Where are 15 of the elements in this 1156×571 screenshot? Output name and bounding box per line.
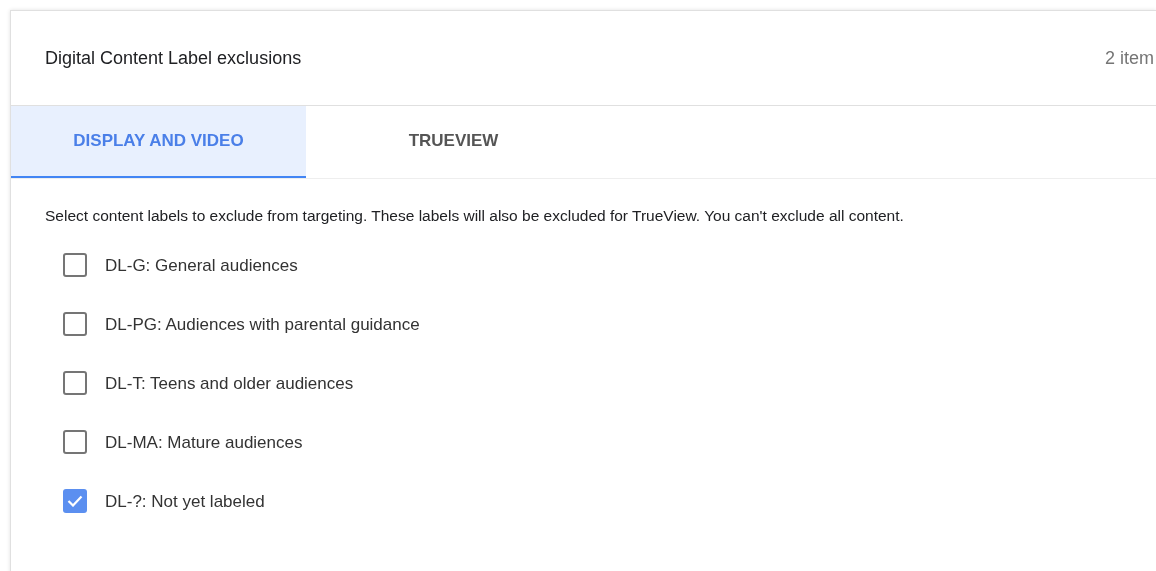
checkbox[interactable] — [63, 489, 87, 514]
item-count: 2 item — [1104, 46, 1155, 70]
checkbox[interactable] — [63, 253, 87, 278]
checkbox-label: DL-?: Not yet labeled — [105, 490, 265, 513]
checkbox-label: DL-G: General audiences — [105, 254, 298, 277]
checkbox[interactable] — [63, 371, 87, 396]
checkbox[interactable] — [63, 430, 87, 455]
checkmark-icon — [67, 495, 83, 508]
tab[interactable]: TRUEVIEW — [306, 106, 601, 178]
panel-title: Digital Content Label exclusions — [45, 46, 302, 70]
checkbox-label: DL-MA: Mature audiences — [105, 431, 303, 454]
checkbox-label: DL-T: Teens and older audiences — [105, 372, 354, 395]
checkbox[interactable] — [63, 312, 87, 337]
description: Select content labels to exclude from targeting. These labels will also be excluded for TrueView. You can't exclude all content. — [44, 206, 905, 226]
checkbox-label: DL-PG: Audiences with parental guidance — [105, 313, 420, 336]
